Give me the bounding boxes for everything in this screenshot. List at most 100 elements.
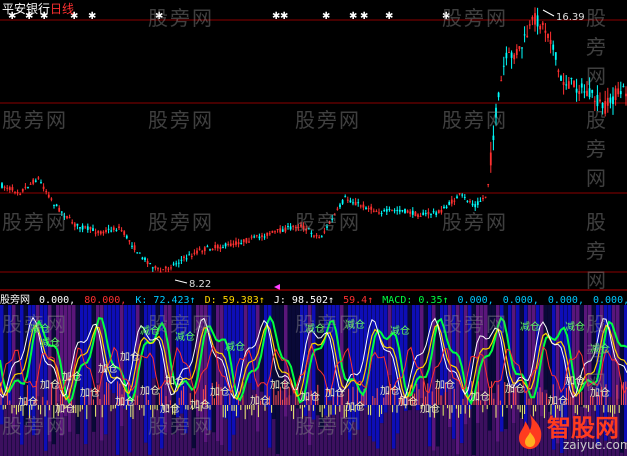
candle-body xyxy=(617,88,620,95)
add-signal-label: 加仓 xyxy=(435,378,455,391)
indicator-name[interactable]: 股旁网 xyxy=(0,295,30,306)
band-stripe-lower xyxy=(192,448,196,456)
candle-body xyxy=(570,77,573,79)
band-stripe xyxy=(576,305,580,383)
low-pointer xyxy=(174,279,188,284)
reduce-signal-label: 减仓 xyxy=(390,324,410,337)
indicator-value-d: D: 59.383↑ xyxy=(204,295,265,306)
candle-body xyxy=(146,261,149,264)
candle-body xyxy=(274,231,276,233)
band-stripe-lower xyxy=(236,417,240,456)
candle-body xyxy=(157,268,159,270)
band-stripe-lower xyxy=(448,427,452,456)
candle-body xyxy=(435,212,438,215)
candle-body xyxy=(71,222,74,224)
band-stripe-lower xyxy=(452,438,456,456)
band-stripe-lower xyxy=(228,451,232,456)
candle-body xyxy=(534,13,536,25)
candle-body xyxy=(567,81,570,89)
candle-body xyxy=(609,97,612,103)
band-stripe-lower xyxy=(488,430,492,456)
add-signal-label: 加仓 xyxy=(140,384,160,397)
band-stripe xyxy=(84,305,88,445)
band-stripe-lower xyxy=(348,439,352,456)
band-stripe-lower xyxy=(476,422,480,456)
band-stripe-lower xyxy=(88,404,92,456)
band-stripe-lower xyxy=(44,450,48,456)
candle-body xyxy=(92,228,94,231)
candle-body xyxy=(500,80,503,82)
candle-body xyxy=(614,88,617,101)
watermark: 股旁网 xyxy=(442,6,508,30)
candle-body xyxy=(448,202,451,205)
band-stripe-lower xyxy=(256,431,260,456)
watermark: 股旁网 xyxy=(295,312,361,336)
candle-body xyxy=(284,227,287,232)
band-stripe-lower xyxy=(408,410,412,456)
candle-body xyxy=(11,187,14,191)
star-marker: ✱ xyxy=(385,11,393,22)
candle-body xyxy=(409,211,412,214)
candle-body xyxy=(79,227,81,229)
watermark: 股旁网 xyxy=(586,6,608,88)
candle-body xyxy=(513,54,516,60)
add-signal-label: 加仓 xyxy=(80,386,100,399)
candle-body xyxy=(177,262,180,264)
watermark: 股旁网 xyxy=(442,108,508,132)
add-signal-label: 加仓 xyxy=(18,395,38,408)
candle-body xyxy=(541,22,544,26)
candle-body xyxy=(424,213,427,215)
candle-body xyxy=(203,247,206,252)
candle-body xyxy=(19,193,22,195)
candle-body xyxy=(227,243,230,245)
candle-body xyxy=(463,196,466,198)
period-label[interactable]: 日线 xyxy=(50,2,74,16)
candle-body xyxy=(255,235,258,237)
band-stripe-lower xyxy=(392,448,396,456)
candle-body xyxy=(112,227,115,230)
add-signal-label: 加仓 xyxy=(565,374,585,387)
star-marker: ✱ xyxy=(360,11,368,22)
candle-body xyxy=(24,186,27,188)
logo-domain: zaiyue.com xyxy=(563,438,627,452)
candle-body xyxy=(588,88,591,98)
indicator-values-bar: 股旁网 0.000, 80.000, K: 72.423↑ D: 59.383↑… xyxy=(0,291,627,306)
candle-body xyxy=(105,229,107,232)
candle-body xyxy=(6,187,9,189)
star-marker: ✱ xyxy=(349,11,357,22)
candle-body xyxy=(27,186,29,188)
candle-body xyxy=(102,231,105,234)
watermark: 股旁网 xyxy=(442,312,508,336)
watermark: 股旁网 xyxy=(295,108,361,132)
band-stripe-lower xyxy=(220,444,224,456)
watermark: 股旁网 xyxy=(148,108,214,132)
candle-body xyxy=(8,187,11,191)
band-stripe-lower xyxy=(500,431,504,456)
candle-body xyxy=(94,232,97,234)
candle-body xyxy=(404,208,406,213)
candle-body xyxy=(505,52,508,59)
band-stripe-lower xyxy=(484,405,488,456)
band-stripe-lower xyxy=(436,446,440,456)
candle-body xyxy=(149,263,152,265)
candle-body xyxy=(432,211,435,213)
band-stripe-lower xyxy=(80,405,84,456)
candle-body xyxy=(32,179,35,184)
site-logo[interactable]: 智股网 zaiyue.com xyxy=(513,408,627,454)
candle-body xyxy=(138,252,141,254)
candle-body xyxy=(193,252,196,254)
candle-body xyxy=(235,241,237,245)
candle-body xyxy=(37,177,40,179)
candle-body xyxy=(170,267,172,269)
candle-body xyxy=(131,245,133,247)
candle-body xyxy=(383,210,386,212)
watermark: 股旁网 xyxy=(2,108,68,132)
candle-body xyxy=(151,267,154,269)
candle-body xyxy=(154,266,157,269)
candle-body xyxy=(172,263,175,265)
candle-body xyxy=(578,91,581,95)
candle-body xyxy=(16,192,19,194)
candle-body xyxy=(279,228,282,233)
add-signal-label: 加仓 xyxy=(210,385,230,398)
indicator-value: 0.000, xyxy=(457,295,494,306)
